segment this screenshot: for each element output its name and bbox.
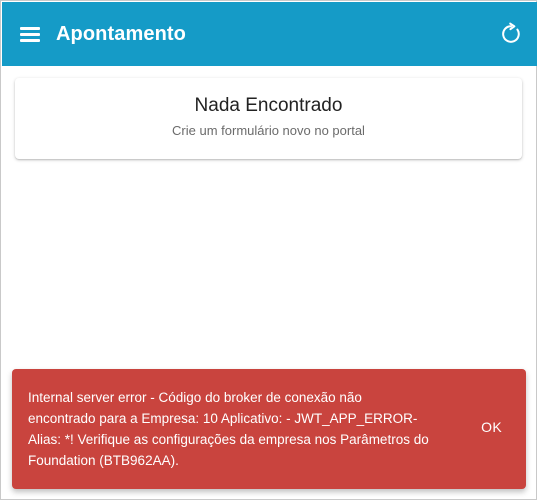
error-snackbar: Internal server error - Código do broker… [12, 369, 526, 489]
ok-button[interactable]: OK [481, 419, 502, 435]
empty-state-card: Nada Encontrado Crie um formulário novo … [15, 78, 522, 159]
error-message: Internal server error - Código do broker… [28, 390, 429, 468]
empty-state-title: Nada Encontrado [194, 95, 343, 116]
app-window: Apontamento Nada Encontrado Crie um form… [0, 0, 537, 500]
app-bar: Apontamento [2, 2, 537, 66]
page-title: Apontamento [56, 22, 186, 45]
refresh-icon[interactable] [499, 22, 523, 46]
menu-icon[interactable] [20, 26, 42, 42]
empty-state-subtitle: Crie um formulário novo no portal [172, 123, 365, 138]
